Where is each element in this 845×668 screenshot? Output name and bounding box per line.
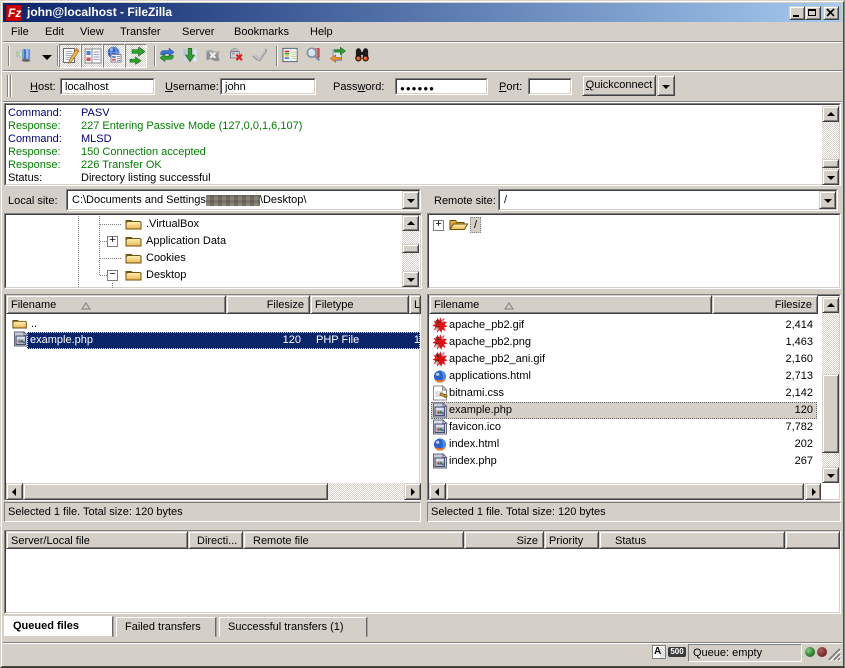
svg-text:Fz: Fz xyxy=(8,6,21,20)
